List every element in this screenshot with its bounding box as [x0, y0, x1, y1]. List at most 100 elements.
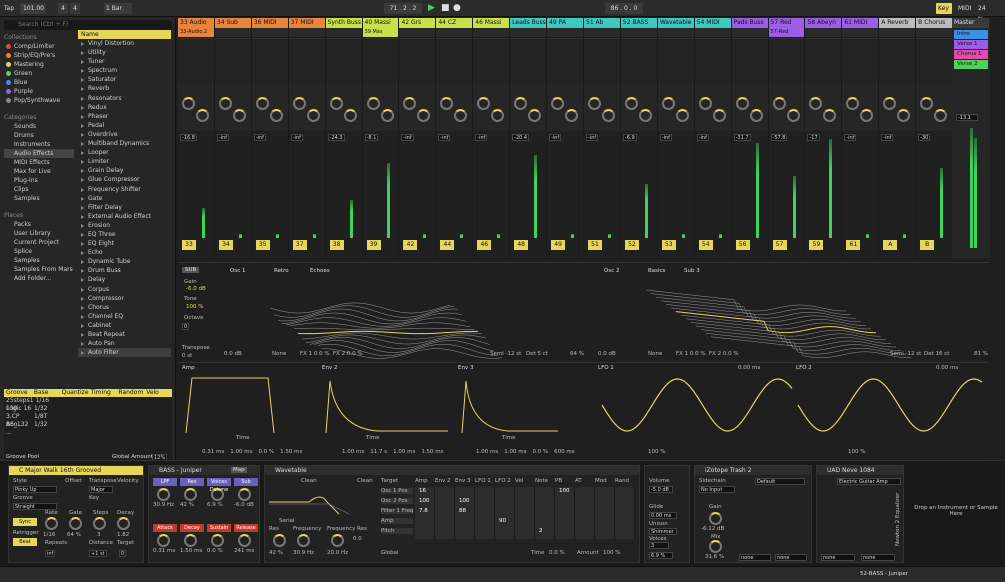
browser-item[interactable]: Echo	[78, 248, 171, 257]
drop-zone[interactable]: Drop an Instrument or Sample Here	[914, 505, 998, 517]
repeats-field[interactable]: inf	[45, 550, 56, 557]
clip-slots[interactable]	[620, 38, 657, 83]
osc1-pos[interactable]: 64 %	[570, 351, 584, 357]
stop-icon[interactable]: ■	[439, 3, 450, 14]
osc2-pos[interactable]: 81 %	[974, 351, 988, 357]
mod-row-label[interactable]: Filter 1 Freq	[381, 508, 413, 514]
browser-item[interactable]: Looper	[78, 148, 171, 157]
track-name[interactable]: 49 PA	[547, 18, 583, 28]
volume-field[interactable]: -inf	[216, 134, 230, 141]
track-name[interactable]: 36 MIDI	[251, 18, 288, 28]
clip-slots[interactable]	[510, 38, 547, 83]
macro-value[interactable]: 6.9 %	[207, 502, 223, 508]
track-name[interactable]: 54 MIDI	[694, 18, 731, 28]
place-item[interactable]: Samples From Mars	[4, 265, 74, 274]
track-number[interactable]: 42	[403, 240, 418, 250]
send-a-knob[interactable]	[735, 97, 749, 110]
track-name[interactable]: B Chorus	[916, 18, 953, 28]
env-value[interactable]: 600 ms	[554, 449, 574, 455]
place-item[interactable]: Samples	[4, 256, 74, 265]
send-a-knob[interactable]	[329, 97, 343, 110]
track-number[interactable]: 56	[735, 240, 750, 250]
decay-knob[interactable]	[117, 517, 130, 530]
browser-item[interactable]: Resonators	[78, 94, 171, 103]
send-a-knob[interactable]	[883, 97, 897, 110]
clip-slots[interactable]	[731, 38, 768, 83]
clip-slots[interactable]	[916, 38, 953, 83]
clip-slots[interactable]	[325, 38, 362, 83]
osc1-wavetable-display[interactable]	[269, 278, 546, 359]
macro-button[interactable]: Decay	[180, 524, 204, 532]
volume-field[interactable]: -inf	[401, 134, 414, 141]
env-value[interactable]: 1.00 ms	[342, 449, 364, 455]
target-field[interactable]: 0	[119, 550, 127, 557]
send-b-knob[interactable]	[638, 109, 652, 122]
volume-field[interactable]: -24.3	[327, 134, 345, 141]
clip-slot[interactable]	[620, 28, 657, 37]
macro-button[interactable]: Attack	[153, 524, 177, 532]
sidechain-input[interactable]: No Input	[699, 486, 735, 493]
mod-amount[interactable]: 2	[539, 528, 543, 534]
clip-slot[interactable]: 57-Red	[768, 28, 805, 37]
volume-field[interactable]: -inf	[475, 134, 488, 141]
track-name[interactable]: 58 Abeyn	[805, 18, 842, 28]
clip-slots[interactable]	[694, 38, 731, 83]
macro-knob[interactable]	[184, 488, 197, 501]
macro-knob[interactable]	[184, 534, 197, 547]
volume-field[interactable]: -20.4	[512, 134, 530, 141]
scene-launch[interactable]: Verse 2	[954, 60, 988, 69]
send-a-knob[interactable]	[366, 97, 380, 110]
category-item[interactable]: Max for Live	[4, 167, 74, 176]
volume-field[interactable]: -6.9	[622, 134, 637, 141]
envelope-lfo-display[interactable]	[178, 373, 988, 443]
izotope-none-2[interactable]: none	[775, 554, 807, 561]
volume-field[interactable]: -inf	[696, 134, 709, 141]
groove-column-header[interactable]: Base	[32, 389, 60, 397]
track-name[interactable]: Synth Buss	[325, 18, 362, 28]
volume-field[interactable]: -30	[918, 134, 931, 141]
browser-item[interactable]: External Audio Effect	[78, 212, 171, 221]
clip-slot[interactable]	[510, 28, 547, 37]
groove-row[interactable]: Logic 16 ... 1/32	[4, 405, 172, 420]
groove-column-header[interactable]: Timing	[89, 389, 117, 397]
lfo1-rate[interactable]: 0.00 ms	[738, 365, 760, 371]
uad-preset[interactable]: Electric Guitar Amp	[837, 478, 901, 485]
category-item[interactable]: Audio Effects	[4, 149, 74, 158]
category-item[interactable]: Sounds	[4, 122, 74, 131]
amp-env-title[interactable]: Amp	[182, 365, 195, 371]
browser-item[interactable]: Redux	[78, 103, 171, 112]
env-value[interactable]: 1.00 ms	[504, 449, 526, 455]
clip-slots[interactable]	[584, 38, 620, 83]
send-a-knob[interactable]	[772, 97, 786, 110]
osc2-fx1[interactable]: FX 1 0.0 %	[676, 351, 706, 357]
mod-row-label[interactable]: Osc 2 Pos	[381, 498, 413, 504]
lfo1-title[interactable]: LFO 1	[598, 365, 614, 371]
volume-field[interactable]: -inf	[881, 134, 894, 141]
category-item[interactable]: Samples	[4, 194, 74, 203]
key-map-button[interactable]: Key	[936, 3, 952, 14]
osc2-level[interactable]: 0.0 dB	[598, 351, 616, 357]
collection-item[interactable]: Mastering	[4, 60, 74, 69]
volume-field[interactable]: -inf	[438, 134, 451, 141]
macro-knob[interactable]	[211, 488, 224, 501]
track-number[interactable]: 54	[698, 240, 713, 250]
track-number[interactable]: 49	[551, 240, 566, 250]
izotope-none-1[interactable]: none	[739, 554, 771, 561]
send-b-knob[interactable]	[232, 109, 246, 122]
lfo2-title[interactable]: LFO 2	[796, 365, 812, 371]
send-b-knob[interactable]	[306, 109, 320, 122]
mod-row-label[interactable]: Pitch	[381, 528, 413, 534]
track-number[interactable]: 37	[292, 240, 307, 250]
volume-field[interactable]: -17	[807, 134, 820, 141]
place-item[interactable]: User Library	[4, 229, 74, 238]
browser-item[interactable]: Cabinet	[78, 321, 171, 330]
volume-field[interactable]: -inf	[659, 134, 672, 141]
quantize-menu[interactable]: 1 Bar	[104, 3, 132, 14]
midi-map-button[interactable]: MIDI	[956, 3, 974, 14]
env-value[interactable]: 0.31 ms	[202, 449, 224, 455]
browser-item[interactable]: Utility	[78, 48, 171, 57]
lfo1-amount[interactable]: 100 %	[648, 449, 665, 455]
osc2-det[interactable]: Det 16 ct	[924, 351, 949, 357]
steps-value[interactable]: 3	[97, 532, 101, 538]
scene-launch[interactable]: Intro	[954, 30, 988, 39]
